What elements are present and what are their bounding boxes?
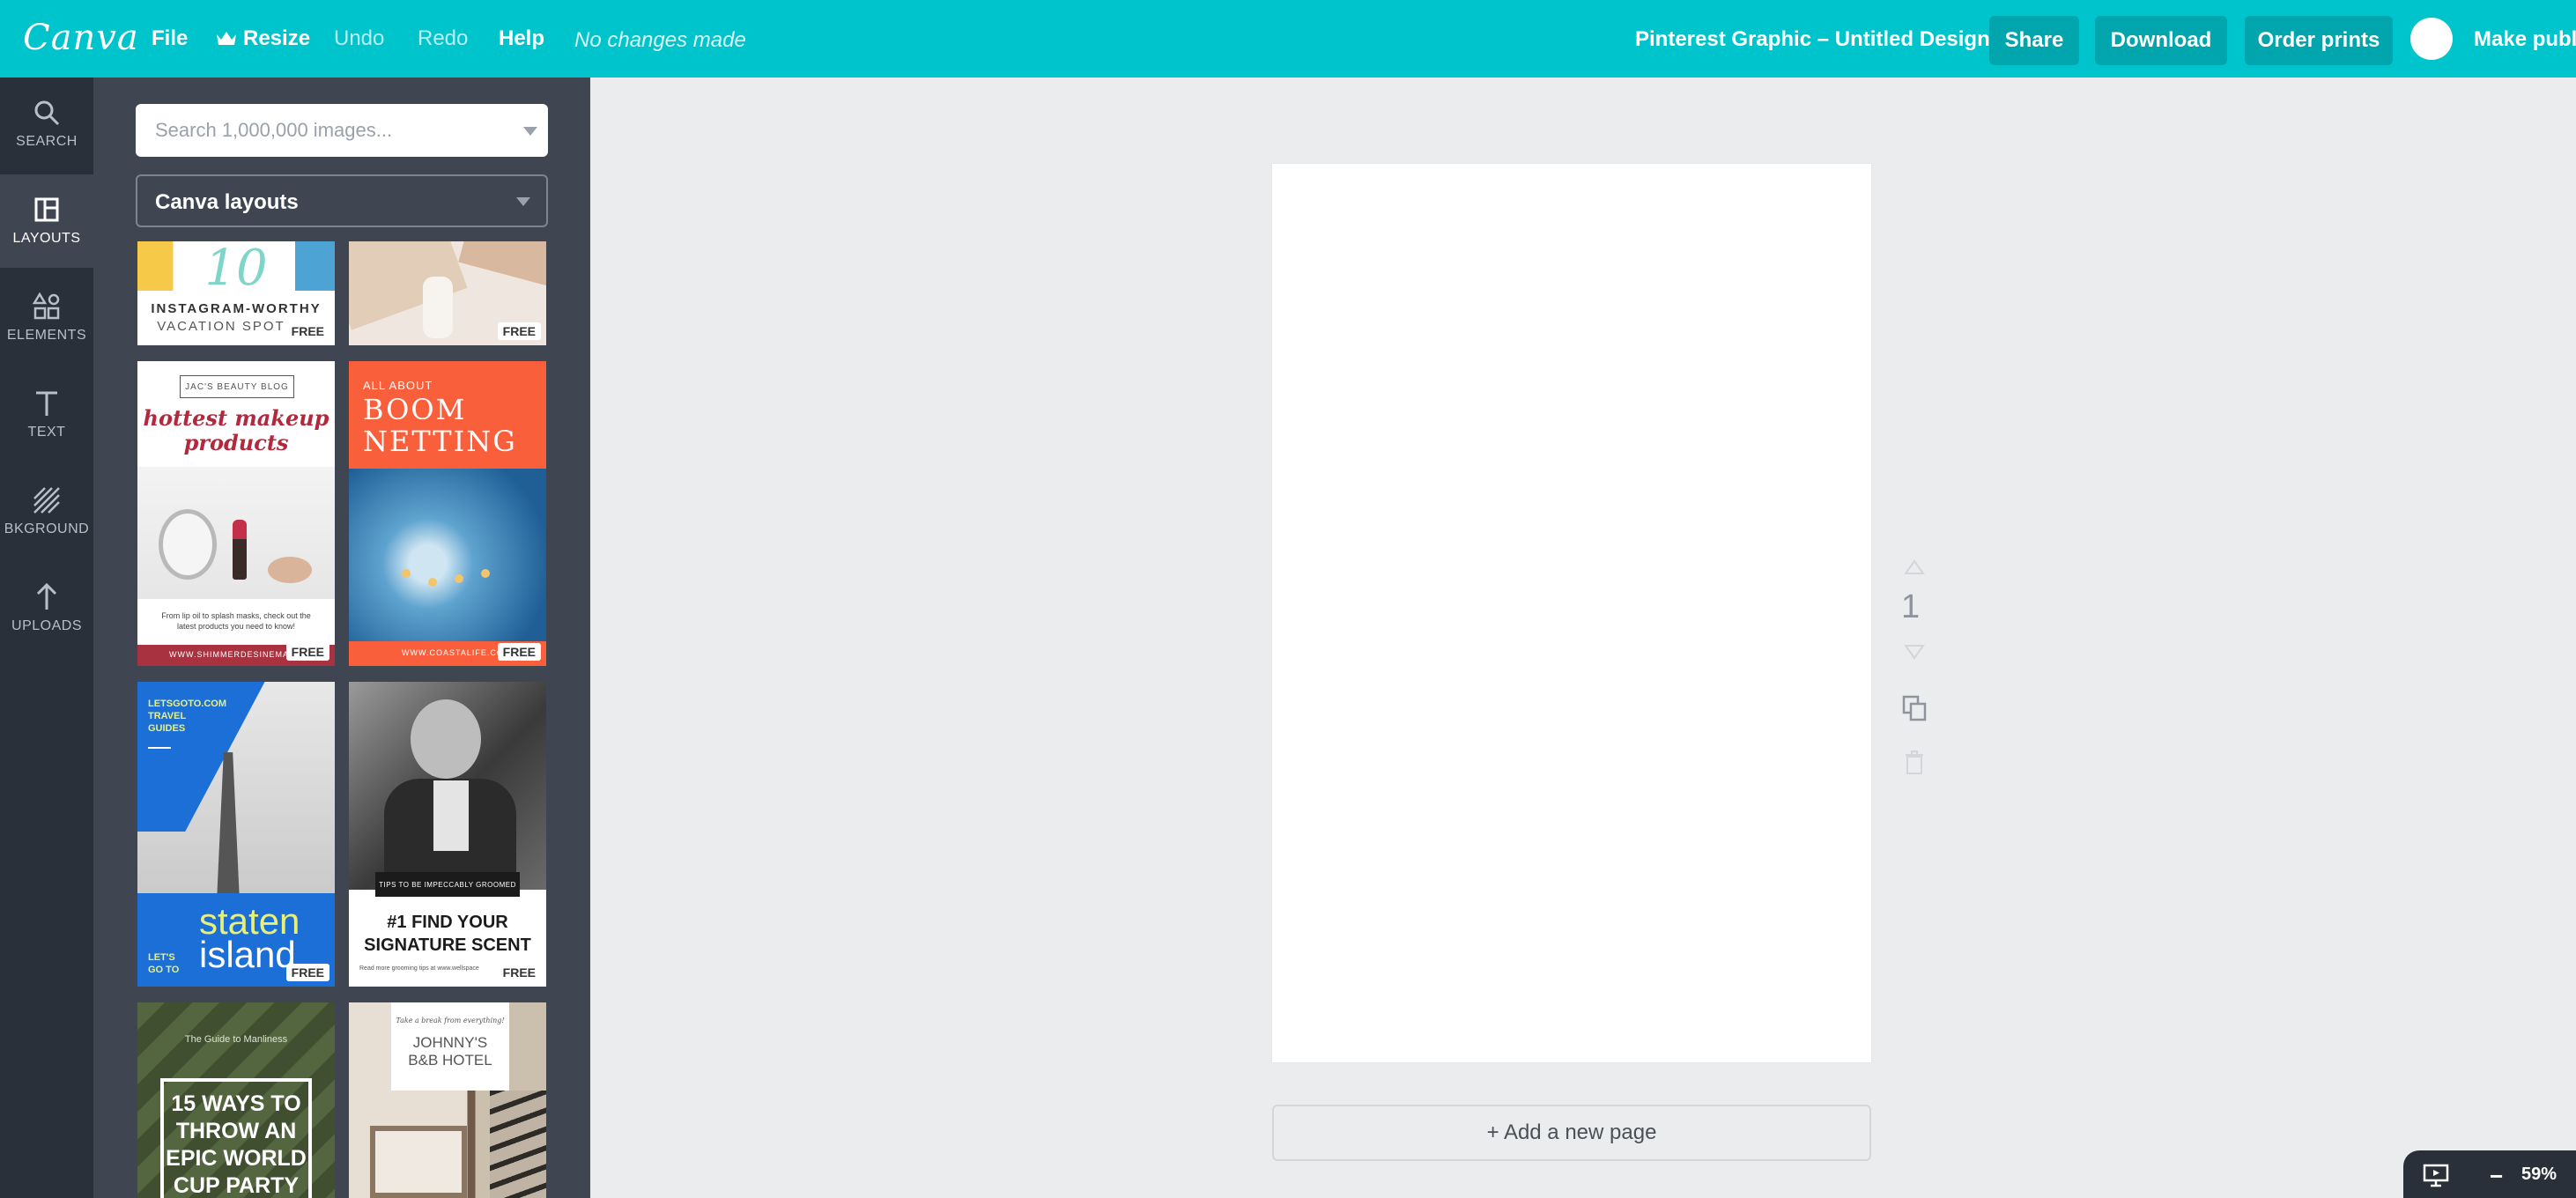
resize-label: Resize — [243, 26, 311, 50]
thumb-beauty-caption-1: From lip oil to splash masks, check out … — [161, 611, 311, 620]
thumb-worldcup-line-3: EPIC WORLD — [166, 1146, 307, 1171]
search-dropdown-icon[interactable] — [523, 127, 537, 136]
nav-search-label: SEARCH — [16, 134, 78, 149]
layout-thumb-hotel[interactable]: Take a break from everything! JOHNNY'S B… — [349, 1002, 546, 1198]
nav-uploads-label: UPLOADS — [11, 618, 82, 633]
text-icon — [36, 391, 57, 416]
nav-uploads[interactable]: UPLOADS — [0, 562, 93, 655]
file-menu[interactable]: File — [152, 26, 188, 51]
share-button[interactable]: Share — [1989, 16, 2079, 65]
thumb-netting-title-1: BOOM — [363, 393, 467, 426]
nav-background-label: BKGROUND — [4, 521, 90, 536]
nav-elements-label: ELEMENTS — [6, 328, 87, 343]
design-page[interactable] — [1272, 164, 1871, 1062]
save-status: No changes made — [574, 28, 746, 52]
chevron-down-icon — [516, 197, 530, 206]
help-menu[interactable]: Help — [499, 26, 544, 51]
layout-thumb-fashion[interactable]: FREE — [349, 241, 546, 345]
thumb-netting-title-2: NETTING — [363, 425, 517, 458]
move-page-down-icon[interactable] — [1903, 641, 1926, 661]
thumb-worldcup-small: The Guide to Manliness — [184, 1034, 288, 1045]
elements-icon — [32, 292, 60, 320]
delete-page-icon[interactable] — [1905, 751, 1924, 775]
layout-thumb-world-cup[interactable]: The Guide to Manliness 15 WAYS TO THROW … — [137, 1002, 335, 1198]
thumb-hotel-title-2: B&B HOTEL — [408, 1052, 492, 1069]
layout-thumb-signature-scent[interactable]: TIPS TO BE IMPECCABLY GROOMED #1 FIND YO… — [349, 682, 546, 987]
free-badge: FREE — [497, 643, 541, 661]
free-badge: FREE — [285, 643, 329, 661]
layout-thumb-staten-island[interactable]: LETSGOTO.COM TRAVEL GUIDES LET'S GO TO s… — [137, 682, 335, 987]
search-icon — [34, 100, 60, 126]
zoom-level[interactable]: 59% — [2521, 1165, 2557, 1185]
move-page-up-icon[interactable] — [1903, 558, 1926, 578]
top-bar: Canva File Resize Undo Redo Help No chan… — [0, 0, 2576, 78]
thumb-scent-tag: TIPS TO BE IMPECCABLY GROOMED — [375, 872, 520, 897]
thumb-vacation-subtitle: VACATION SPOT — [157, 319, 285, 334]
thumb-hotel-title-1: JOHNNY'S — [412, 1034, 488, 1051]
thumb-travel-title-2: island — [199, 934, 296, 975]
layouts-icon — [34, 197, 59, 222]
thumb-scent-title-2: SIGNATURE SCENT — [364, 935, 531, 955]
upload-icon — [36, 582, 57, 610]
design-title[interactable]: Pinterest Graphic – Untitled Design — [1635, 27, 1990, 52]
layout-category-label: Canva layouts — [155, 190, 299, 214]
nav-layouts[interactable]: LAYOUTS — [0, 174, 93, 268]
free-badge: FREE — [497, 964, 541, 981]
background-icon — [33, 487, 60, 514]
zoom-out-button[interactable]: − — [2490, 1163, 2503, 1190]
layout-category-select[interactable]: Canva layouts — [136, 174, 548, 227]
undo-button[interactable]: Undo — [334, 26, 384, 51]
layout-thumb-vacation[interactable]: 10 INSTAGRAM-WORTHY VACATION SPOT FREE — [137, 241, 335, 345]
thumb-netting-small: ALL ABOUT — [363, 379, 433, 392]
order-prints-button[interactable]: Order prints — [2245, 16, 2393, 65]
nav-layouts-label: LAYOUTS — [12, 231, 81, 246]
add-new-page-button[interactable]: + Add a new page — [1272, 1105, 1871, 1161]
download-button[interactable]: Download — [2095, 16, 2227, 65]
thumb-beauty-blog: JAC'S BEAUTY BLOG — [180, 375, 294, 398]
canva-logo[interactable]: Canva — [23, 18, 139, 58]
thumb-netting-footer: WWW.COASTALIFE.COM — [402, 648, 512, 657]
free-badge: FREE — [497, 322, 541, 340]
layouts-panel: Canva layouts 10 INSTAGRAM-WORTHY VACATI… — [93, 78, 590, 1198]
nav-text-label: TEXT — [27, 425, 66, 440]
image-search[interactable] — [136, 104, 548, 157]
make-public-label[interactable]: Make publi — [2474, 27, 2576, 52]
thumb-travel-top-2: TRAVEL — [148, 711, 187, 721]
layout-thumb-beauty-blog[interactable]: JAC'S BEAUTY BLOG hottest makeup product… — [137, 361, 335, 666]
free-badge: FREE — [285, 964, 329, 981]
thumb-beauty-caption-2: latest products you need to know! — [176, 622, 296, 631]
nav-text[interactable]: TEXT — [0, 368, 93, 462]
nav-background[interactable]: BKGROUND — [0, 465, 93, 558]
thumb-vacation-title: INSTAGRAM-WORTHY — [151, 301, 322, 316]
thumb-worldcup-line-2: THROW AN — [175, 1119, 297, 1143]
layout-thumb-boom-netting[interactable]: ALL ABOUT BOOM NETTING WWW.COASTALIFE.CO… — [349, 361, 546, 666]
free-badge: FREE — [285, 322, 329, 340]
thumb-scent-footer: Read more grooming tips at www.wellspace — [359, 965, 479, 972]
thumb-scent-title-1: #1 FIND YOUR — [387, 913, 508, 932]
thumb-travel-lets: LET'S — [148, 952, 175, 963]
thumb-worldcup-line-1: 15 WAYS TO — [171, 1091, 301, 1116]
zoom-controls: − 59% — [2403, 1150, 2576, 1198]
thumb-hotel-small: Take a break from everything! — [396, 1017, 505, 1024]
thumb-vacation-number: 10 — [204, 241, 268, 297]
left-nav: SEARCH LAYOUTS ELEMENTS TEXT BKGROUND UP… — [0, 78, 93, 1198]
thumb-beauty-headline-2: products — [183, 430, 289, 455]
page-number: 1 — [1901, 588, 1921, 625]
thumb-travel-top-1: LETSGOTO.COM — [148, 699, 227, 709]
make-public-toggle[interactable] — [2410, 18, 2453, 60]
crown-icon — [217, 32, 236, 45]
present-icon[interactable] — [2423, 1163, 2449, 1187]
nav-elements[interactable]: ELEMENTS — [0, 271, 93, 365]
search-input[interactable] — [136, 104, 506, 157]
duplicate-page-icon[interactable] — [1901, 694, 1928, 722]
thumb-travel-goto: GO TO — [148, 965, 180, 975]
thumb-beauty-headline-1: hottest makeup — [143, 405, 329, 431]
thumb-travel-top-3: GUIDES — [148, 723, 186, 734]
redo-button[interactable]: Redo — [418, 26, 468, 51]
nav-search[interactable]: SEARCH — [0, 78, 93, 171]
thumb-worldcup-line-4: CUP PARTY — [173, 1173, 300, 1198]
resize-menu[interactable]: Resize — [215, 26, 310, 51]
